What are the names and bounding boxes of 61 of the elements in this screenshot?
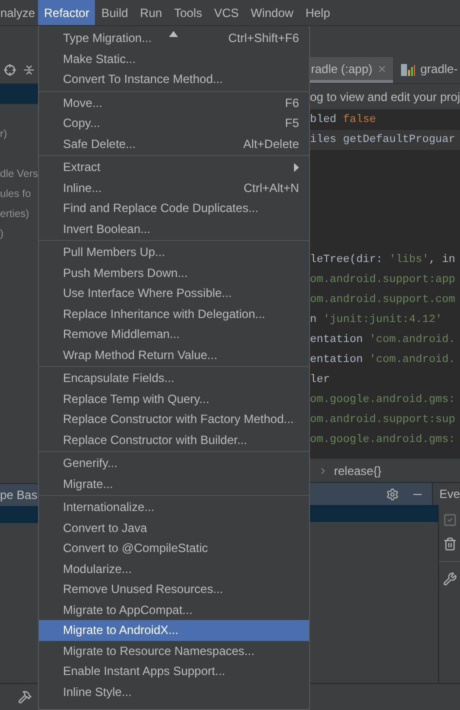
menu-item[interactable]: Replace Constructor with Builder... [39, 430, 309, 450]
checkbox-icon[interactable] [442, 513, 456, 527]
menu-item[interactable]: Inline Style... [39, 682, 309, 702]
menu-item[interactable]: Replace Inheritance with Delegation... [39, 304, 309, 324]
tree-item[interactable]: dle Vers [0, 168, 38, 180]
editor-tab[interactable]: radle (:app) [310, 57, 394, 83]
menu-bar-item[interactable]: Build [95, 0, 134, 25]
crosshair-icon[interactable] [4, 63, 16, 77]
menu-bar-item[interactable]: Run [134, 0, 168, 25]
menu-item[interactable]: Use Interface Where Possible... [39, 283, 309, 304]
menu-item[interactable]: Migrate to AppCompat... [39, 600, 309, 620]
menu-bar-item[interactable]: nalyze [0, 0, 38, 25]
menu-bar-item[interactable]: VCS [208, 0, 245, 25]
tree-item[interactable]: r) [0, 128, 7, 140]
tree-item[interactable]: ules fo [0, 188, 31, 200]
menu-item[interactable]: Push Members Down... [39, 262, 309, 283]
menu-item[interactable]: Replace Temp with Query... [39, 388, 309, 409]
menu-item[interactable]: Wrap Method Return Value... [39, 344, 309, 365]
panel-title: pe Bas [0, 488, 38, 502]
menu-item[interactable]: Find and Replace Code Duplicates... [39, 198, 309, 218]
collapse-icon[interactable] [24, 64, 34, 76]
menu-bar-item[interactable]: Tools [168, 0, 208, 25]
menu-item[interactable]: Modularize... [39, 558, 309, 579]
menu-bar-item[interactable]: Refactor [38, 0, 96, 25]
menu-item[interactable]: Copy... F5 [39, 113, 309, 134]
code-editor[interactable] [310, 110, 460, 458]
menu-item[interactable]: Convert To Instance Method... [39, 69, 309, 90]
menu-item[interactable]: Type Migration... Ctrl+Shift+F6 [39, 28, 309, 48]
menu-item[interactable]: Inline... Ctrl+Alt+N [39, 178, 309, 198]
menu-item[interactable]: Pull Members Up... [39, 242, 309, 262]
tree-item[interactable]: ) [0, 228, 4, 240]
tree-item[interactable]: erties) [0, 208, 30, 220]
menu-bar-item[interactable]: Help [299, 0, 336, 25]
menu-item[interactable]: Migrate... [39, 474, 309, 494]
menu-item[interactable]: Remove Unused Resources... [39, 579, 309, 600]
menu-item[interactable]: Extract [39, 157, 309, 178]
menu-item[interactable]: Encapsulate Fields... [39, 368, 309, 388]
menu-item[interactable]: Convert to @CompileStatic [39, 538, 309, 558]
menu-item[interactable]: Generify... [39, 453, 309, 474]
bar-chart-icon [401, 62, 416, 76]
menu-item[interactable]: Safe Delete... Alt+Delete [39, 134, 309, 154]
settings-icon[interactable] [386, 488, 400, 500]
close-icon[interactable] [377, 64, 388, 74]
menu-item[interactable]: Convert to Java [39, 518, 309, 538]
menu-item[interactable]: Migrate to Resource Namespaces... [39, 640, 309, 661]
panel-title: Eve [439, 487, 460, 501]
trash-icon[interactable] [442, 537, 456, 551]
scroll-up-icon[interactable] [169, 31, 178, 37]
menu-item[interactable]: Remove Middleman... [39, 324, 309, 344]
hammer-icon[interactable] [18, 690, 32, 704]
menu-item[interactable]: Internationalize... [39, 497, 309, 518]
menu-item[interactable]: Replace Constructor with Factory Method... [39, 409, 309, 430]
menu-item[interactable]: Make Static... [39, 48, 309, 69]
menu-item[interactable]: Enable Instant Apps Support... [39, 661, 309, 682]
menu-item[interactable]: Migrate to AndroidX... [39, 620, 309, 640]
editor-tab[interactable]: gradle- [393, 57, 460, 83]
menu-bar-item[interactable]: Window [244, 0, 300, 25]
wrench-icon[interactable] [442, 572, 456, 586]
breadcrumb-item[interactable]: release{} [334, 464, 382, 478]
menu-item[interactable]: Invert Boolean... [39, 218, 309, 239]
menu-item[interactable]: Move... F6 [39, 92, 309, 113]
